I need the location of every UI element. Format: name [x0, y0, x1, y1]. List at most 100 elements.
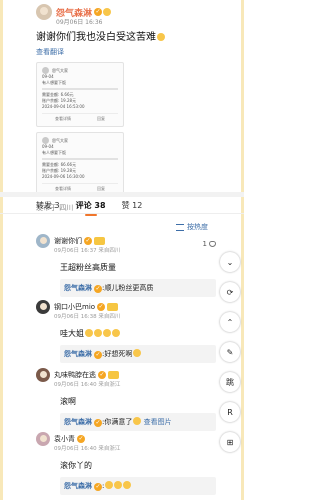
- edit-button[interactable]: ✎: [220, 342, 240, 362]
- emoji-icon: [103, 329, 111, 337]
- translate-link[interactable]: 查看翻译: [36, 47, 212, 57]
- verified-badge-icon: ✓: [94, 419, 102, 427]
- shot-line-4: 2024-09-04 16:53:00: [42, 104, 85, 109]
- shot-avatar: [42, 67, 49, 74]
- verified-badge-icon: ✓: [98, 371, 106, 379]
- comment-item: 钢口小巴mio ✓ 09月06日 16:38 来自四川 哇大姐 怨气森淋 ✓:好想…: [36, 300, 216, 363]
- post-image-2[interactable]: 怨气大家 09-04 有人想要下饭 需要金额: 66.66元 账户余额: 19.…: [36, 132, 124, 197]
- emoji-icon: [112, 329, 120, 337]
- commenter-name[interactable]: 谢谢你们: [54, 236, 82, 246]
- heart-icon: [209, 241, 216, 247]
- emoji-icon: [105, 481, 114, 489]
- emoji-icon: [157, 33, 165, 41]
- verified-badge-icon: ✓: [97, 303, 106, 311]
- chevron-up-icon: ⌃: [226, 317, 234, 327]
- view-image-link[interactable]: 查看图片: [144, 418, 172, 426]
- reply-preview[interactable]: 怨气森淋 ✓:顺儿粉丝更高质: [60, 279, 216, 297]
- commenter-avatar[interactable]: [36, 432, 50, 446]
- comment-item: 谢谢你们 ✓ 09月06日 16:37 来自四川 1 王超粉丝高质量 怨气森淋 ✓…: [36, 234, 216, 297]
- comment-text-content: 哇大姐: [60, 329, 84, 338]
- scroll-down-button[interactable]: ⌄: [220, 252, 240, 272]
- r-label: R: [227, 407, 233, 417]
- scroll-up-button[interactable]: ⌃: [220, 312, 240, 332]
- emoji-icon: [94, 329, 102, 337]
- emoji-icon: [85, 329, 93, 337]
- post-text-content: 谢谢你们我也没白受这苦难: [36, 32, 156, 43]
- shot-name: 怨气大家: [52, 67, 68, 73]
- chevron-down-icon: ⌄: [226, 257, 234, 267]
- reply-preview[interactable]: 怨气森淋 ✓:: [60, 477, 216, 495]
- shot-btn-1: 查看详情: [55, 116, 71, 121]
- reply-author[interactable]: 怨气森淋: [64, 284, 92, 292]
- reply-text: :: [102, 482, 105, 490]
- comment-item: 丸味鸭脖在逃 ✓ 09月06日 16:40 来自浙江 滚啊 怨气森淋 ✓:你满意了…: [36, 368, 216, 431]
- post-time: 09月06日 16:36: [56, 19, 103, 26]
- comment-time: 09月06日 16:40 来自浙江: [54, 382, 121, 388]
- jump-button[interactable]: 跳: [220, 372, 240, 392]
- tab-bar: 转发 3 评论 38 赞 12: [0, 192, 244, 216]
- refresh-icon: ⟳: [226, 287, 234, 297]
- sort-icon: [176, 223, 184, 231]
- sort-button[interactable]: 按热度: [176, 222, 208, 232]
- fan-badge-icon: [94, 237, 105, 245]
- post-image-1[interactable]: 怨气大家 09-04 有人想要下饭 需要金额: 6.66元 账户余额: 19.2…: [36, 62, 124, 127]
- shot-line-1: 有人想要下饭: [42, 150, 66, 155]
- emoji-icon: [133, 349, 142, 357]
- commenter-avatar[interactable]: [36, 368, 50, 382]
- shot-avatar: [42, 137, 49, 144]
- tab-likes[interactable]: 赞 12: [122, 200, 143, 211]
- comment-text: 王超粉丝高质量: [60, 263, 116, 272]
- fan-badge-icon: [107, 303, 119, 311]
- pen-icon: ✎: [226, 347, 234, 357]
- emoji-icon: [103, 8, 112, 16]
- commenter-name[interactable]: 钢口小巴mio: [54, 302, 95, 312]
- reply-text: :好想死啊: [102, 350, 133, 358]
- reply-preview[interactable]: 怨气森淋 ✓:好想死啊: [60, 345, 216, 363]
- commenter-name[interactable]: 袁小青: [54, 434, 75, 444]
- verified-badge-icon: ✓: [94, 285, 102, 293]
- reply-text: :你满意了: [102, 418, 133, 426]
- jump-label: 跳: [226, 377, 234, 387]
- shot-divider: [42, 88, 118, 90]
- shot-divider: [42, 158, 118, 160]
- r-button[interactable]: R: [220, 402, 240, 422]
- emoji-icon: [133, 417, 142, 425]
- tab-comments[interactable]: 评论 38: [76, 200, 106, 216]
- comment-time: 09月06日 16:40 来自浙江: [54, 446, 121, 452]
- shot-btn-2: 回复: [97, 116, 105, 121]
- comment-item: 袁小青 ✓ 09月06日 16:40 来自浙江 滚你丫的 怨气森淋 ✓:: [36, 432, 216, 495]
- reply-author[interactable]: 怨气森淋: [64, 350, 92, 358]
- reply-author[interactable]: 怨气森淋: [64, 418, 92, 426]
- grid-icon: ⊞: [226, 437, 234, 447]
- fan-badge-icon: [108, 371, 119, 379]
- emoji-icon: [114, 481, 123, 489]
- post-text: 谢谢你们我也没白受这苦难: [36, 31, 212, 44]
- shot-header: 怨气大家: [42, 67, 118, 74]
- commenter-name[interactable]: 丸味鸭脖在逃: [54, 370, 96, 380]
- shot-name: 怨气大家: [52, 137, 68, 143]
- commenter-avatar[interactable]: [36, 234, 50, 248]
- reply-author[interactable]: 怨气森淋: [64, 482, 92, 490]
- verified-badge-icon: ✓: [94, 483, 102, 491]
- sort-label: 按热度: [187, 223, 208, 231]
- comment-text: 滚啊: [60, 397, 76, 406]
- post-author-avatar[interactable]: [36, 4, 52, 20]
- comment-time: 09月06日 16:38 来自四川: [54, 314, 121, 320]
- like-count: 1: [202, 240, 207, 248]
- commenter-avatar[interactable]: [36, 300, 50, 314]
- reply-text: :顺儿粉丝更高质: [102, 284, 154, 292]
- verified-badge-icon: ✓: [94, 8, 103, 16]
- shot-buttons: 查看详情 回复: [42, 113, 118, 122]
- refresh-button[interactable]: ⟳: [220, 282, 240, 302]
- comment-time: 09月06日 16:37 来自四川: [54, 248, 121, 254]
- post: 怨气森淋 ✓ 09月06日 16:36 谢谢你们我也没白受这苦难 查看翻译 怨气…: [0, 0, 244, 213]
- shot-header: 怨气大家: [42, 137, 118, 144]
- like-button[interactable]: 1: [203, 240, 216, 248]
- comment-text: 滚你丫的: [60, 461, 92, 470]
- grid-button[interactable]: ⊞: [220, 432, 240, 452]
- verified-badge-icon: ✓: [94, 351, 102, 359]
- emoji-icon: [123, 481, 132, 489]
- tab-reposts[interactable]: 转发 3: [36, 200, 60, 211]
- reply-preview[interactable]: 怨气森淋 ✓:你满意了 查看图片: [60, 413, 216, 431]
- shot-line-1: 有人想要下饭: [42, 80, 66, 85]
